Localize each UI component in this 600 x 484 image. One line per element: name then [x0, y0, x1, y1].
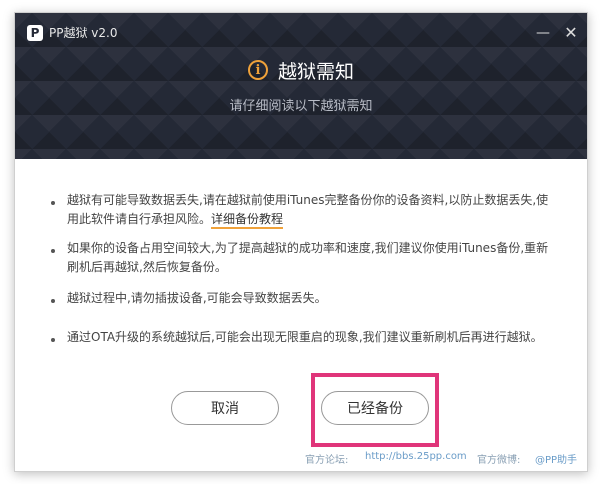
weibo-link[interactable]: @PP助手 [535, 451, 577, 466]
highlight-annotation [311, 373, 439, 447]
notice-text: 越狱有可能导致数据丢失,请在越狱前使用iTunes完整备份你的设备资料,以防止数… [67, 193, 549, 226]
forum-link[interactable]: http://bbs.25pp.com [365, 451, 467, 462]
notice-text: 通过OTA升级的系统越狱后,可能会出现无限重启的现象,我们建议重新刷机后再进行越… [67, 330, 543, 344]
minimize-icon[interactable]: — [533, 23, 553, 43]
dialog-title-row: i 越狱需知 [15, 55, 587, 85]
backup-tutorial-link[interactable]: 详细备份教程 [211, 212, 284, 229]
weibo-label: 官方微博: [477, 455, 521, 466]
dialog-title: 越狱需知 [277, 60, 354, 83]
info-circle-icon: i [247, 60, 268, 80]
close-icon[interactable]: ✕ [561, 23, 581, 43]
notice-text: 越狱过程中,请勿插拔设备,可能会导致数据丢失。 [67, 291, 327, 305]
app-title: PP越狱 v2.0 [49, 26, 118, 40]
dialog-header: P PP越狱 v2.0 — ✕ i 越狱需知 请仔细阅读以下越狱需知 [15, 13, 587, 159]
notice-item: 越狱过程中,请勿插拔设备,可能会导致数据丢失。 [51, 289, 556, 308]
notice-list: 越狱有可能导致数据丢失,请在越狱前使用iTunes完整备份你的设备资料,以防止数… [51, 191, 556, 357]
jailbreak-notice-dialog: P PP越狱 v2.0 — ✕ i 越狱需知 请仔细阅读以下越狱需知 越狱有可能… [14, 12, 588, 472]
notice-item: 越狱有可能导致数据丢失,请在越狱前使用iTunes完整备份你的设备资料,以防止数… [51, 191, 556, 229]
notice-item: 如果你的设备占用空间较大,为了提高越狱的成功率和速度,我们建议你使用iTunes… [51, 239, 556, 277]
dialog-footer: 官方论坛: http://bbs.25pp.com 官方微博: @PP助手 [15, 449, 587, 469]
dialog-subtitle: 请仔细阅读以下越狱需知 [229, 99, 373, 114]
pp-logo-icon: P [27, 25, 43, 41]
forum-label: 官方论坛: [305, 455, 349, 466]
cancel-button[interactable]: 取消 [171, 391, 279, 425]
notice-text: 如果你的设备占用空间较大,为了提高越狱的成功率和速度,我们建议你使用iTunes… [67, 241, 549, 274]
notice-item: 通过OTA升级的系统越狱后,可能会出现无限重启的现象,我们建议重新刷机后再进行越… [51, 328, 556, 347]
